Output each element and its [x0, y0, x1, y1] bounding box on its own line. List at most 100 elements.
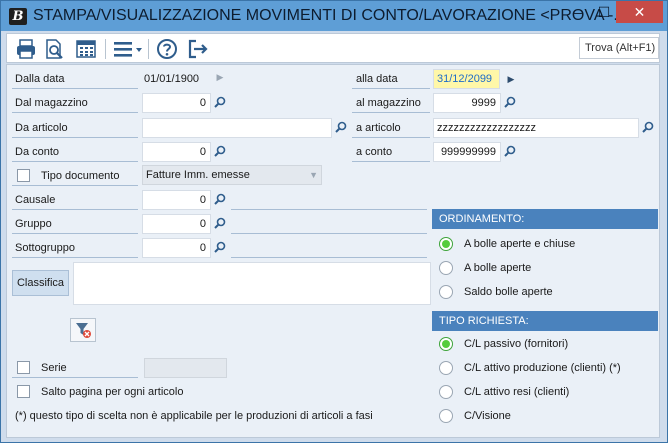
ordinamento-option-label[interactable]: A bolle aperte e chiuse [464, 238, 575, 250]
exit-button[interactable] [187, 38, 209, 60]
da-conto-label: Da conto [15, 146, 60, 158]
sottogruppo-input[interactable]: 0 [142, 238, 211, 258]
tipo-richiesta-option-radio[interactable] [439, 337, 453, 351]
label-underline [12, 137, 138, 138]
dalla-data-arrow-icon[interactable]: ▶ [213, 67, 227, 87]
ordinamento-option-radio[interactable] [439, 261, 453, 275]
tipo-richiesta-option-radio[interactable] [439, 409, 453, 423]
causale-input[interactable]: 0 [142, 190, 211, 210]
a-articolo-input[interactable]: zzzzzzzzzzzzzzzzzz [433, 118, 639, 138]
tipo-documento-label: Tipo documento [41, 170, 120, 182]
serie-label: Serie [41, 362, 67, 374]
a-conto-search-button[interactable] [501, 142, 519, 162]
ordinamento-option-label[interactable]: A bolle aperte [464, 262, 531, 274]
search-icon [214, 96, 226, 108]
calculator-icon [76, 40, 96, 58]
serie-input[interactable] [144, 358, 227, 378]
ordinamento-option-radio[interactable] [439, 285, 453, 299]
search-icon [214, 217, 226, 229]
sottogruppo-label: Sottogruppo [15, 242, 75, 254]
ordinamento-option-radio[interactable] [439, 237, 453, 251]
toolbar: Trova (Alt+F1) [6, 33, 660, 63]
salto-pagina-label: Salto pagina per ogni articolo [41, 386, 184, 398]
main-window: B STAMPA/VISUALIZZAZIONE MOVIMENTI DI CO… [0, 0, 668, 443]
da-conto-input[interactable]: 0 [142, 142, 211, 162]
tipo-richiesta-header: TIPO RICHIESTA: [432, 311, 658, 331]
al-magazzino-input[interactable]: 9999 [433, 93, 501, 113]
a-articolo-label: a articolo [356, 122, 401, 134]
label-underline [352, 88, 430, 89]
label-underline [12, 377, 138, 378]
print-preview-button[interactable] [43, 38, 65, 60]
gruppo-description-underline [231, 233, 427, 234]
tipo-documento-select[interactable]: Fatture Imm. emesse ▼ [142, 165, 322, 185]
tipo-richiesta-option-radio[interactable] [439, 361, 453, 375]
tipo-richiesta-option-label[interactable]: C/L attivo produzione (clienti) (*) [464, 362, 621, 374]
sottogruppo-search-button[interactable] [211, 238, 229, 258]
al-magazzino-search-button[interactable] [501, 93, 519, 113]
label-underline [352, 161, 430, 162]
alla-data-arrow-icon[interactable]: ▶ [504, 69, 518, 89]
a-conto-input[interactable]: 999999999 [433, 142, 501, 162]
search-icon [504, 96, 516, 108]
causale-search-button[interactable] [211, 190, 229, 210]
tipo-richiesta-option-label[interactable]: C/Visione [464, 410, 511, 422]
da-articolo-input[interactable] [142, 118, 332, 138]
clear-filter-button[interactable] [70, 318, 96, 342]
classifica-button[interactable]: Classifica [12, 270, 69, 296]
close-button[interactable]: ✕ [616, 1, 663, 23]
tipo-richiesta-option-label[interactable]: C/L attivo resi (clienti) [464, 386, 569, 398]
ordinamento-option-label[interactable]: Saldo bolle aperte [464, 286, 553, 298]
window-title: STAMPA/VISUALIZZAZIONE MOVIMENTI DI CONT… [33, 7, 627, 24]
maximize-button[interactable]: ☐ [591, 1, 617, 23]
tipo-documento-value: Fatture Imm. emesse [146, 169, 250, 181]
tipo-richiesta-option-radio[interactable] [439, 385, 453, 399]
label-underline [12, 112, 138, 113]
minimize-button[interactable]: – [565, 1, 591, 23]
search-icon [214, 193, 226, 205]
title-bar[interactable]: B STAMPA/VISUALIZZAZIONE MOVIMENTI DI CO… [1, 1, 667, 31]
al-magazzino-label: al magazzino [356, 97, 421, 109]
toolbar-separator [105, 39, 106, 59]
classifica-list[interactable] [73, 262, 431, 305]
toolbar-separator [148, 39, 149, 59]
calculator-button[interactable] [75, 38, 97, 60]
exit-icon [188, 39, 208, 59]
a-conto-label: a conto [356, 146, 393, 158]
tipo-richiesta-option-label[interactable]: C/L passivo (fornitori) [464, 338, 568, 350]
gruppo-search-button[interactable] [211, 214, 229, 234]
tipo-documento-checkbox[interactable] [17, 169, 30, 182]
label-underline [12, 88, 138, 89]
a-articolo-search-button[interactable] [639, 118, 657, 138]
dal-magazzino-label: Dal magazzino [15, 97, 88, 109]
da-articolo-search-button[interactable] [332, 118, 350, 138]
serie-checkbox[interactable] [17, 361, 30, 374]
search-input[interactable]: Trova (Alt+F1) [579, 37, 659, 59]
search-icon [504, 145, 516, 157]
label-underline [352, 112, 430, 113]
app-logo-icon: B [9, 8, 27, 25]
alla-data-label: alla data [356, 73, 398, 85]
print-button[interactable] [15, 38, 37, 60]
dal-magazzino-input[interactable]: 0 [142, 93, 211, 113]
label-underline [12, 185, 138, 186]
gruppo-input[interactable]: 0 [142, 214, 211, 234]
clear-filter-icon [76, 323, 91, 338]
alla-data-input[interactable]: 31/12/2099 [433, 69, 500, 89]
causale-label: Causale [15, 194, 56, 206]
label-underline [12, 209, 138, 210]
dalla-data-value: 01/01/1900 [144, 73, 200, 85]
search-icon [335, 121, 347, 133]
sottogruppo-description-underline [231, 257, 427, 258]
help-button[interactable] [156, 38, 178, 60]
form-panel: Dalla data 01/01/1900 ▶ alla data 31/12/… [6, 64, 660, 438]
da-conto-search-button[interactable] [211, 142, 229, 162]
salto-pagina-checkbox[interactable] [17, 385, 30, 398]
menu-icon [114, 42, 142, 57]
menu-button[interactable] [112, 38, 144, 60]
label-underline [352, 137, 430, 138]
dal-magazzino-search-button[interactable] [211, 93, 229, 113]
help-icon [157, 39, 177, 59]
causale-description-underline [231, 209, 427, 210]
dalla-data-label: Dalla data [15, 73, 65, 85]
